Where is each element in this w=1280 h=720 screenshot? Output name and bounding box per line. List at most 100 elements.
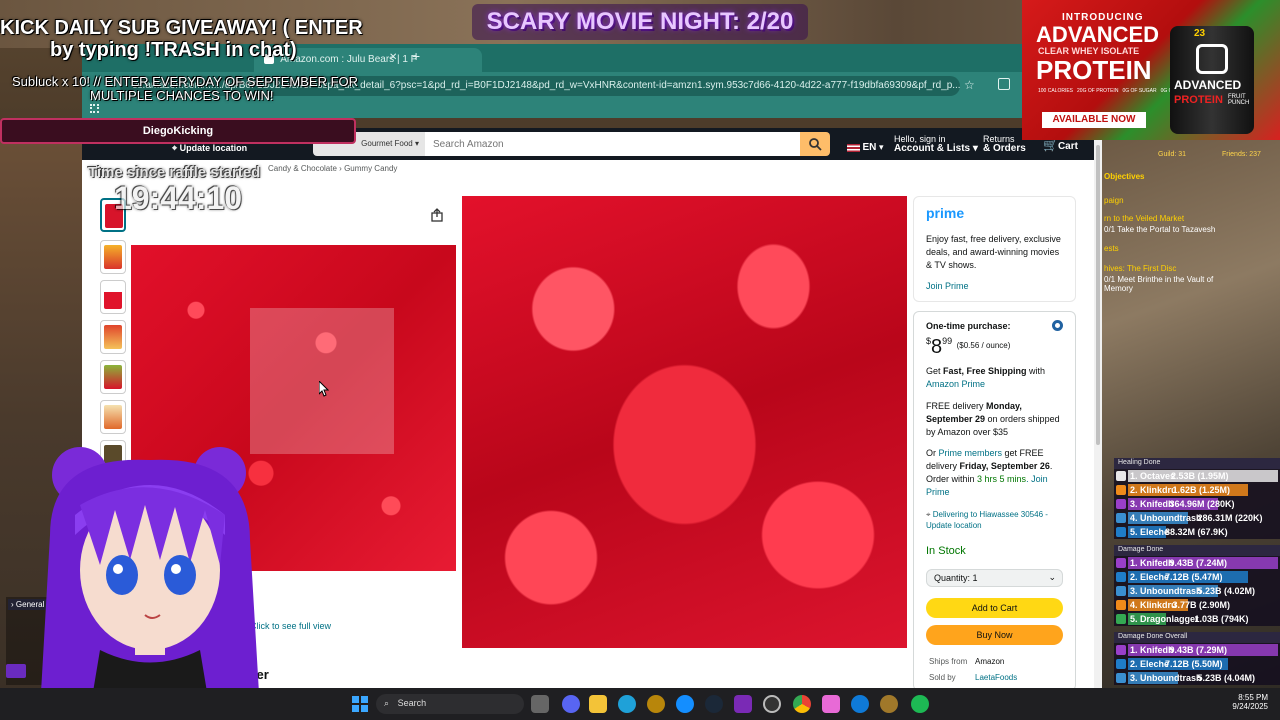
damage-overall-meter: Damage Done Overall 1. Knifedh9.43B (7.2… <box>1114 632 1280 685</box>
fastest-delivery-info: Or Prime members get FREE delivery Frida… <box>926 448 1053 497</box>
apps-grid-icon[interactable] <box>90 104 99 113</box>
prime-members-link[interactable]: Prime members <box>939 448 1003 458</box>
thumbnail-image[interactable] <box>100 240 126 274</box>
meter-player-name: 5. Dragonlagger <box>1130 614 1199 624</box>
breadcrumb-item[interactable]: Gummy Candy <box>344 164 397 173</box>
purchase-option-radio[interactable] <box>1052 320 1063 331</box>
quantity-select[interactable]: Quantity: 1 ⌄ <box>926 569 1063 587</box>
thumbnail-image[interactable] <box>100 320 126 354</box>
ad-brand: ADVANCED <box>1036 22 1160 47</box>
wowhead-icon[interactable] <box>734 695 752 713</box>
class-icon <box>1116 586 1126 596</box>
steam-icon[interactable] <box>705 695 723 713</box>
image-app-icon[interactable] <box>822 695 840 713</box>
raffle-timer-label: Time since raffle started <box>88 164 261 181</box>
taskbar-search[interactable]: ⌕ Search <box>376 694 524 714</box>
chrome-icon[interactable] <box>793 695 811 713</box>
meter-player-value: 1.03B (794K) <box>1194 614 1249 624</box>
quest-step: 0/1 Take the Portal to Tazavesh <box>1104 225 1216 234</box>
product-zoom-view <box>462 196 907 648</box>
meter-player-name: 3. Unboundtrash <box>1130 673 1202 683</box>
windows-taskbar <box>0 688 1280 720</box>
breadcrumb-item[interactable]: Candy & Chocolate <box>268 164 337 173</box>
battlenet-icon[interactable] <box>676 695 694 713</box>
class-icon <box>1116 659 1126 669</box>
meter-player-value: 7.12B (5.47M) <box>1165 572 1223 582</box>
meter-player-name: 4. Unboundtrash <box>1130 513 1202 523</box>
taskbar-clock[interactable]: 8:55 PM 9/24/2025 <box>1222 693 1268 711</box>
returns-orders-link[interactable]: Returns & Orders <box>983 134 1026 154</box>
class-icon <box>1116 645 1126 655</box>
warcraft-app-icon[interactable] <box>880 695 898 713</box>
settings-gear-icon[interactable] <box>763 695 781 713</box>
bookmark-star-icon[interactable]: ☆ <box>964 78 975 92</box>
class-icon <box>1116 499 1126 509</box>
class-icon <box>1116 485 1126 495</box>
new-tab-button[interactable]: + <box>412 48 420 64</box>
cart-icon: 🛒 <box>1043 138 1058 152</box>
close-tab-icon[interactable]: ✕ <box>389 52 397 63</box>
chevron-down-icon: ⌄ <box>1048 572 1056 582</box>
objectives-title[interactable]: Objectives <box>1104 172 1144 181</box>
raffle-timer-value: 19:44:10 <box>114 180 243 216</box>
amazon-prime-link[interactable]: Amazon Prime <box>926 379 985 389</box>
breadcrumb-separator: › <box>339 164 342 173</box>
stock-status: In Stock <box>926 545 966 557</box>
edge-icon[interactable] <box>618 695 636 713</box>
class-icon <box>1116 513 1126 523</box>
search-icon: ⌕ <box>384 698 390 708</box>
account-lists-menu[interactable]: Hello, sign in Account & Lists ▾ <box>894 134 978 154</box>
orders-label: & Orders <box>983 143 1026 154</box>
search-input[interactable] <box>425 132 800 156</box>
cart-link[interactable]: 🛒Cart <box>1043 138 1078 152</box>
file-explorer-icon[interactable] <box>589 695 607 713</box>
thumbnail-image[interactable] <box>100 280 126 314</box>
meter-row: 3. Knifedh364.96M (280K) <box>1114 497 1280 511</box>
meter-title: Damage Done <box>1114 545 1280 556</box>
meter-player-value: 9.43B (7.29M) <box>1169 645 1228 655</box>
delivery-location-link[interactable]: ⌖ Delivering to Hiawassee 30546 - Update… <box>926 509 1064 531</box>
class-icon <box>1116 572 1126 582</box>
meter-rows: 1. Knifedh9.43B (7.24M) 2. Eleche7.12B (5… <box>1114 556 1280 626</box>
meter-row: 2. Klinkdru1.62B (1.25M) <box>1114 483 1280 497</box>
discord-icon[interactable] <box>562 695 580 713</box>
unit-price: ($0.56 / ounce) <box>956 341 1011 350</box>
warcraft-icon[interactable] <box>647 695 665 713</box>
meter-row: 1. Knifedh9.43B (7.24M) <box>1114 556 1280 570</box>
campaign-header: paign <box>1104 196 1124 205</box>
delivery-location-text: Delivering to Hiawassee 30546 - Update l… <box>926 510 1048 530</box>
quest-title[interactable]: rn to the Veiled Market <box>1104 214 1184 223</box>
price-whole: 8 <box>931 336 943 358</box>
meter-player-value: 286.31M (220K) <box>1197 513 1263 523</box>
extensions-icon[interactable] <box>998 78 1010 90</box>
buy-now-button[interactable]: Buy Now <box>926 625 1063 645</box>
share-icon[interactable] <box>431 208 443 227</box>
friends-count: Friends: 237 <box>1222 151 1261 158</box>
chevron-down-icon: ▾ <box>414 139 419 148</box>
scrollbar-thumb[interactable] <box>1096 145 1100 445</box>
add-to-cart-button[interactable]: Add to Cart <box>926 598 1063 618</box>
meter-player-name: 3. Knifedh <box>1130 499 1174 509</box>
thumbnail-image[interactable] <box>100 400 126 434</box>
update-location-link[interactable]: ⌖ Update location <box>172 143 247 153</box>
us-flag-icon <box>847 143 860 152</box>
language-selector[interactable]: EN ▾ <box>847 142 883 153</box>
meter-row: 4. Unboundtrash286.31M (220K) <box>1114 511 1280 525</box>
battlenet-app-icon[interactable] <box>851 695 869 713</box>
search-button[interactable] <box>800 132 830 156</box>
spotify-icon[interactable] <box>911 695 929 713</box>
taskbar-search-label: Search <box>397 698 427 708</box>
can-logo-icon <box>1196 44 1228 74</box>
meter-row: 1. Knifedh9.43B (7.29M) <box>1114 643 1280 657</box>
join-prime-link[interactable]: Join Prime <box>926 280 969 293</box>
task-view-icon[interactable] <box>531 695 549 713</box>
windows-start-icon[interactable] <box>352 696 368 712</box>
quest-title[interactable]: hives: The First Disc <box>1104 264 1176 273</box>
meter-player-name: 4. Klinkdru <box>1130 600 1177 610</box>
ad-nutrition: 100 CALORIES 20G OF PROTEIN 0G OF SUGAR 0G … <box>1038 88 1186 94</box>
meter-player-name: 5. Eleche <box>1130 527 1170 537</box>
language-label: EN <box>862 142 877 153</box>
thumbnail-image[interactable] <box>100 360 126 394</box>
sold-by-value[interactable]: LaetaFoods <box>975 673 1017 682</box>
meter-player-name: 2. Eleche <box>1130 659 1170 669</box>
